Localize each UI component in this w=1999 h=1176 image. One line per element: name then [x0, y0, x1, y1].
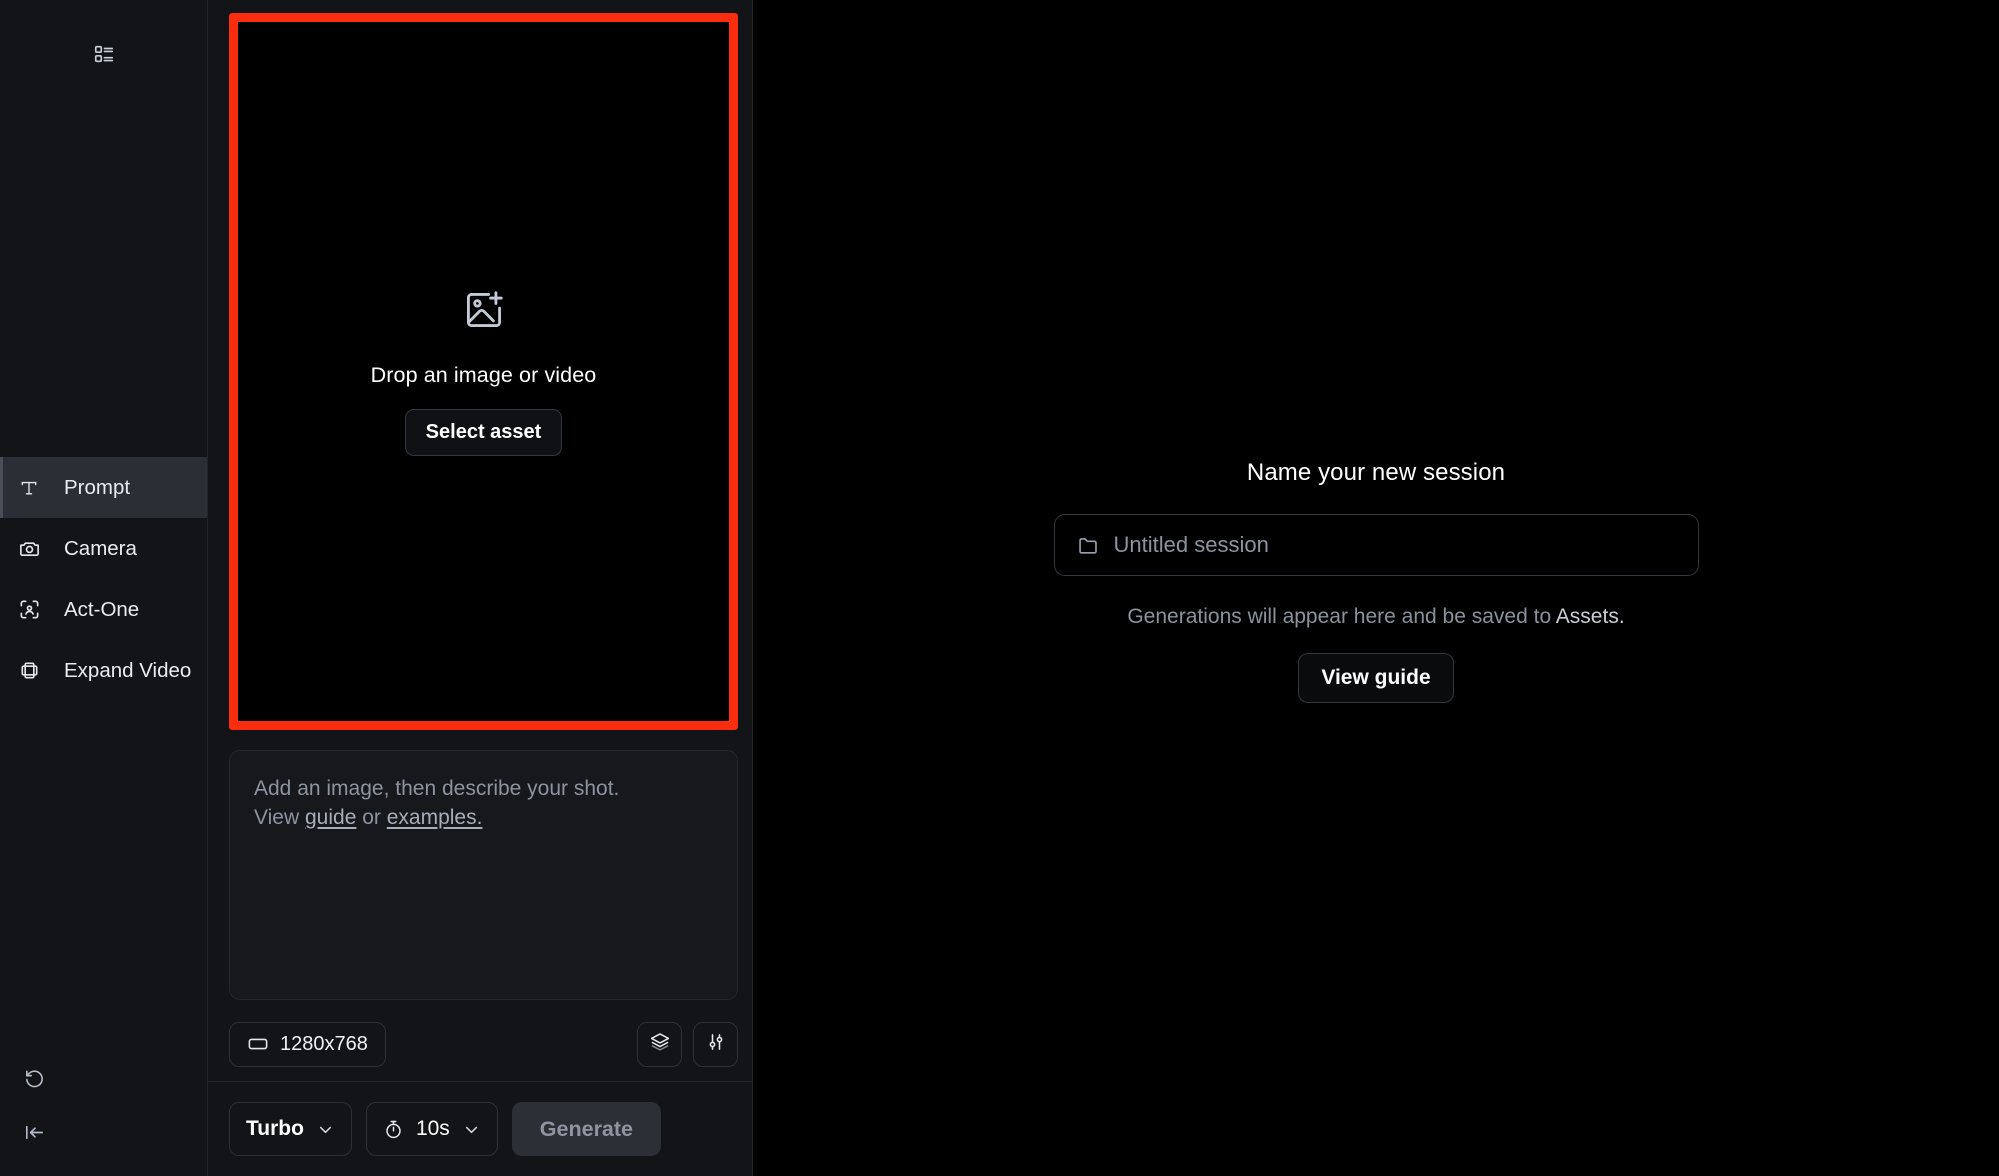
view-guide-button[interactable]: View guide	[1298, 653, 1454, 703]
rail-nav: Prompt Camera Act-One Expand Video	[0, 457, 207, 701]
settings-button[interactable]	[693, 1021, 738, 1067]
sidebar-item-prompt[interactable]: Prompt	[0, 457, 207, 518]
list-view-icon[interactable]	[82, 32, 126, 76]
layers-button[interactable]	[637, 1021, 682, 1067]
resolution-label: 1280x768	[280, 1032, 368, 1055]
prompt-placeholder-line1: Add an image, then describe your shot.	[254, 777, 620, 800]
duration-label: 10s	[415, 1117, 450, 1140]
options-icon-group	[637, 1021, 738, 1067]
collapse-panel-icon[interactable]	[12, 1110, 56, 1154]
duration-selector[interactable]: 10s	[365, 1102, 498, 1156]
model-label: Turbo	[246, 1117, 304, 1140]
sidebar-item-act-one[interactable]: Act-One	[0, 579, 207, 640]
chevron-down-icon	[316, 1120, 335, 1139]
prompt-input[interactable]: Add an image, then describe your shot. V…	[229, 750, 738, 1000]
stage-note-prefix: Generations will appear here and be save…	[1127, 605, 1556, 628]
resolution-selector[interactable]: 1280x768	[229, 1021, 386, 1067]
stage-note: Generations will appear here and be save…	[1127, 605, 1624, 629]
stage-panel: Name your new session Untitled session G…	[753, 0, 1999, 1176]
stopwatch-icon	[383, 1119, 404, 1140]
generate-bar: Turbo 10s Generate	[208, 1081, 752, 1176]
guide-link[interactable]: guide	[305, 806, 356, 829]
sidebar-item-label: Act-One	[64, 597, 140, 621]
left-rail: Prompt Camera Act-One Expand Video	[0, 0, 208, 1176]
rail-top-section	[0, 0, 207, 108]
center-panel: Drop an image or video Select asset Add …	[208, 0, 753, 1176]
app-root: Prompt Camera Act-One Expand Video Drop …	[0, 0, 1999, 1176]
sidebar-item-label: Prompt	[64, 475, 131, 499]
generate-button[interactable]: Generate	[511, 1102, 662, 1156]
face-scan-icon	[14, 595, 44, 625]
camera-icon	[14, 534, 44, 564]
text-t-icon	[14, 473, 44, 503]
asset-dropzone-wrapper: Drop an image or video Select asset	[229, 13, 738, 730]
options-bar: 1280x768	[229, 1019, 738, 1069]
sidebar-item-expand-video[interactable]: Expand Video	[0, 640, 207, 701]
folder-icon	[1077, 534, 1100, 557]
history-reset-icon[interactable]	[12, 1056, 56, 1100]
examples-link[interactable]: examples.	[387, 806, 483, 829]
prompt-placeholder: Add an image, then describe your shot. V…	[254, 775, 713, 833]
sidebar-item-label: Expand Video	[64, 658, 192, 682]
dropzone-highlight-ring	[229, 13, 738, 730]
stage-content: Name your new session Untitled session G…	[1053, 459, 1699, 703]
sidebar-item-camera[interactable]: Camera	[0, 518, 207, 579]
rail-bottom-section	[0, 1056, 207, 1154]
chevron-down-icon	[462, 1120, 481, 1139]
assets-word: Assets.	[1555, 605, 1625, 628]
sliders-icon	[705, 1031, 727, 1058]
sidebar-item-label: Camera	[64, 536, 137, 560]
page-title: Name your new session	[1246, 459, 1506, 486]
prompt-placeholder-line2-prefix: View	[254, 805, 305, 829]
session-name-placeholder: Untitled session	[1113, 532, 1269, 557]
prompt-placeholder-line2-mid: or	[356, 805, 387, 829]
layers-icon	[649, 1031, 671, 1058]
aspect-ratio-icon	[247, 1033, 269, 1055]
session-name-input[interactable]: Untitled session	[1053, 514, 1699, 576]
model-selector[interactable]: Turbo	[229, 1102, 352, 1156]
expand-frames-icon	[14, 656, 44, 686]
